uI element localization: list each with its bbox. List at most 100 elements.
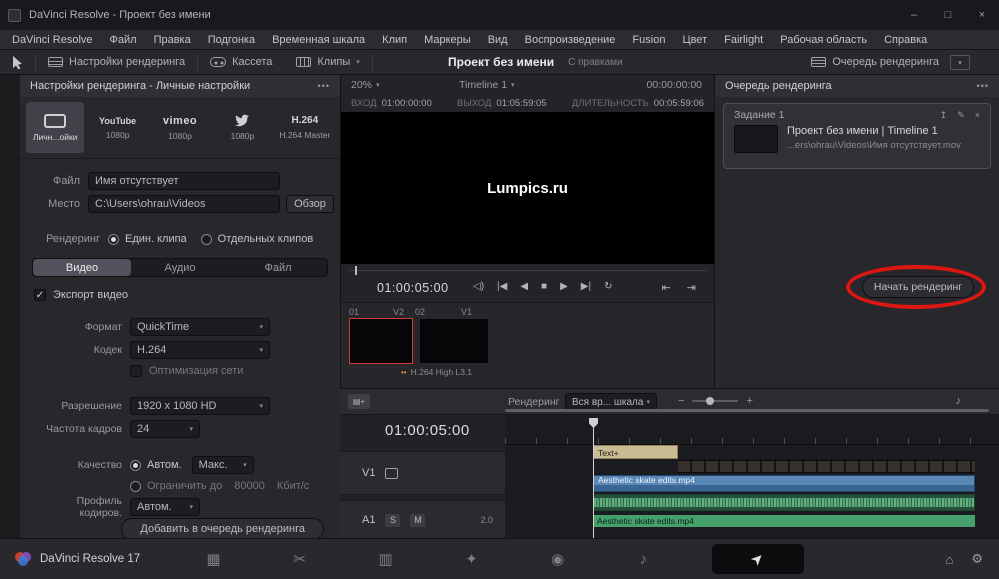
- title-clip[interactable]: Text+: [593, 445, 678, 459]
- track-enable-icon[interactable]: [385, 467, 399, 479]
- menu-edit[interactable]: Правка: [154, 34, 191, 46]
- last-frame-button[interactable]: ▶|: [581, 281, 591, 292]
- quality-restrict-value[interactable]: 80000: [234, 480, 265, 492]
- clip2-thumbnail[interactable]: [419, 318, 489, 364]
- menu-markers[interactable]: Маркеры: [424, 34, 471, 46]
- audio-clip-waveform[interactable]: [593, 494, 975, 511]
- export-video-checkbox[interactable]: ✓: [34, 289, 46, 301]
- timeline-scrollbar[interactable]: [505, 409, 989, 412]
- go-to-out-button[interactable]: ⇥: [687, 281, 696, 294]
- audio-clip[interactable]: Aesthetic skate edits.mp4: [593, 515, 975, 527]
- add-to-render-queue-button[interactable]: Добавить в очередь рендеринга: [121, 518, 324, 540]
- track-header-v1[interactable]: V1: [340, 451, 505, 495]
- fairlight-page-icon[interactable]: ♪: [626, 551, 662, 568]
- location-input[interactable]: C:\Users\ohrau\Videos: [88, 195, 280, 213]
- codec-select[interactable]: H.264 ▾: [130, 341, 270, 359]
- panel-options-button[interactable]: •••: [318, 81, 330, 91]
- minimize-button[interactable]: –: [897, 0, 931, 30]
- menu-fairlight[interactable]: Fairlight: [724, 34, 763, 46]
- tape-button[interactable]: Кассета: [198, 56, 284, 68]
- start-render-button[interactable]: Начать рендеринг: [862, 276, 974, 298]
- timeline-clips-strip: 01 V2 02 V1 •• H.264 High L3.1: [341, 302, 714, 388]
- fusion-page-icon[interactable]: ✦: [454, 550, 490, 568]
- viewer-scrubber[interactable]: [341, 264, 714, 276]
- timeline-options-icon[interactable]: ▤+: [348, 394, 370, 409]
- timeline-zoom-slider[interactable]: [692, 397, 739, 405]
- tab-file[interactable]: Файл: [229, 259, 327, 276]
- edit-page-icon[interactable]: ▥: [368, 550, 404, 568]
- clips-button[interactable]: Клипы ▾: [284, 56, 371, 68]
- queue-options-button[interactable]: •••: [977, 81, 989, 91]
- quality-restrict-radio[interactable]: [130, 480, 141, 492]
- preset-custom[interactable]: Личн...ойки: [26, 102, 85, 153]
- browse-button[interactable]: Обзор: [286, 195, 334, 213]
- file-name-label: Файл: [52, 175, 80, 187]
- step-back-button[interactable]: ◀: [520, 281, 528, 292]
- menu-help[interactable]: Справка: [884, 34, 927, 46]
- menu-clip[interactable]: Клип: [382, 34, 407, 46]
- video-clip-thumbnails[interactable]: [678, 460, 975, 473]
- individual-clips-radio[interactable]: [200, 233, 212, 245]
- play-button[interactable]: ▶: [560, 281, 568, 292]
- chevron-down-icon: ▾: [243, 462, 247, 469]
- menu-davinci-resolve[interactable]: DaVinci Resolve: [12, 34, 93, 46]
- framerate-select[interactable]: 24 ▾: [130, 420, 200, 438]
- render-job-card[interactable]: Задание 1 ↥ ✎ × Проект без имени | Timel…: [723, 103, 991, 169]
- timeline-ruler[interactable]: [505, 415, 999, 445]
- preset-twitter[interactable]: 1080p: [213, 102, 271, 153]
- resolution-select[interactable]: 1920 x 1080 HD ▾: [130, 397, 270, 415]
- job-export-icon[interactable]: ↥: [940, 110, 948, 121]
- menu-timeline[interactable]: Временная шкала: [272, 34, 365, 46]
- clip1-thumbnail-selected[interactable]: [349, 318, 413, 364]
- maximize-button[interactable]: □: [931, 0, 965, 30]
- solo-button[interactable]: S: [385, 513, 401, 527]
- menu-file[interactable]: Файл: [110, 34, 137, 46]
- scrubber-playhead[interactable]: [355, 266, 357, 275]
- network-optimization-checkbox[interactable]: [130, 365, 142, 377]
- timeline-select[interactable]: Timeline 1 ▾: [459, 79, 515, 91]
- audio-meters-icon[interactable]: ♪: [956, 395, 962, 407]
- timeline-tracks-area[interactable]: Text+ Aesthetic skate edits.mp4 Aestheti…: [505, 415, 999, 538]
- menu-view[interactable]: Вид: [488, 34, 508, 46]
- encoding-profile-select[interactable]: Автом. ▾: [130, 498, 200, 516]
- toolbar-overflow-button[interactable]: ▾: [950, 55, 970, 70]
- viewer-zoom-select[interactable]: 20% ▾: [351, 79, 380, 91]
- go-to-in-button[interactable]: ⇤: [662, 281, 671, 294]
- single-clip-radio[interactable]: [108, 233, 119, 245]
- tab-audio[interactable]: Аудио: [131, 259, 229, 276]
- close-button[interactable]: ×: [965, 0, 999, 30]
- menu-color[interactable]: Цвет: [682, 34, 707, 46]
- tab-video[interactable]: Видео: [33, 259, 131, 276]
- menu-playback[interactable]: Воспроизведение: [525, 34, 616, 46]
- zoom-out-button[interactable]: −: [678, 395, 684, 407]
- render-queue-toggle-button[interactable]: Очередь рендеринга: [811, 50, 939, 74]
- settings-gear-icon[interactable]: ⚙: [971, 551, 983, 567]
- preset-h264-master[interactable]: H.264 H.264 Master: [276, 102, 334, 153]
- job-delete-icon[interactable]: ×: [975, 110, 980, 121]
- loop-button[interactable]: ↻: [604, 281, 612, 292]
- render-settings-button[interactable]: Настройки рендеринга: [36, 56, 197, 68]
- speaker-icon[interactable]: ◁): [473, 281, 484, 292]
- first-frame-button[interactable]: |◀: [497, 281, 507, 292]
- menu-trim[interactable]: Подгонка: [208, 34, 255, 46]
- file-name-input[interactable]: Имя отсутствует: [88, 172, 280, 190]
- quality-max-select[interactable]: Макс. ▾: [191, 456, 254, 474]
- mute-button[interactable]: M: [410, 513, 426, 527]
- menu-workspace[interactable]: Рабочая область: [780, 34, 867, 46]
- preset-vimeo[interactable]: vimeo 1080p: [151, 102, 209, 153]
- cut-page-icon[interactable]: ✂: [282, 550, 318, 568]
- video-clip[interactable]: Aesthetic skate edits.mp4: [593, 475, 975, 492]
- pointer-tool-button[interactable]: [0, 55, 35, 69]
- deliver-page-active[interactable]: ➤: [711, 544, 804, 574]
- job-edit-icon[interactable]: ✎: [957, 110, 965, 121]
- media-page-icon[interactable]: ▦: [196, 550, 232, 568]
- project-manager-home-icon[interactable]: ⌂: [945, 552, 953, 567]
- stop-button[interactable]: ■: [541, 281, 547, 292]
- quality-auto-radio[interactable]: [130, 459, 141, 471]
- preset-youtube[interactable]: YouTube 1080p: [88, 102, 146, 153]
- menu-fusion[interactable]: Fusion: [632, 34, 665, 46]
- zoom-in-button[interactable]: +: [746, 395, 752, 407]
- color-page-icon[interactable]: ◉: [540, 550, 576, 568]
- format-select[interactable]: QuickTime ▾: [130, 318, 270, 336]
- track-header-a1[interactable]: A1 S M 2.0: [340, 500, 505, 540]
